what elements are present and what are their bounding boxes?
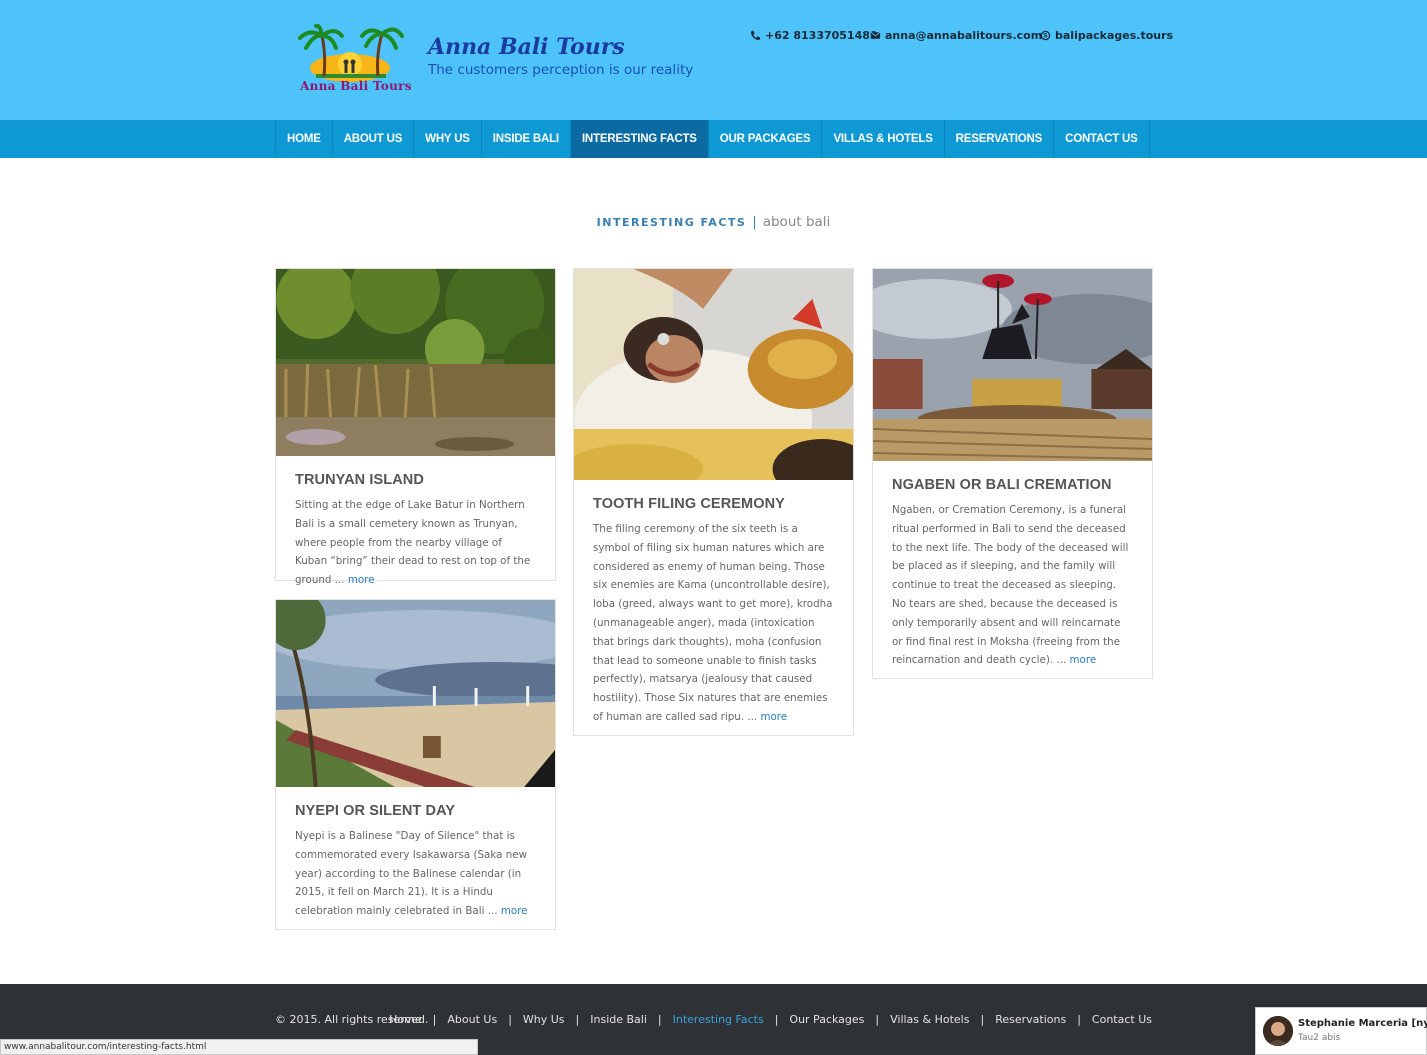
nav-item-contact-us[interactable]: CONTACT US [1054,120,1150,158]
footer-link-why-us[interactable]: Why Us [523,1013,565,1026]
skype-icon: S [1040,30,1051,41]
more-link[interactable]: more [1070,654,1097,666]
card-title[interactable]: TRUNYAN ISLAND [295,472,536,488]
card-nyepi-silent-day: NYEPI OR SILENT DAY Nyepi is a Balinese … [275,599,556,930]
brand-name[interactable]: Anna Bali Tours [428,34,625,60]
footer-link-inside-bali[interactable]: Inside Bali [590,1013,647,1026]
phone-icon [750,30,761,41]
browser-status-bar: www.annabalitour.com/interesting-facts.h… [0,1039,478,1055]
card-title[interactable]: TOOTH FILING CEREMONY [593,496,834,512]
card-image-nyepi[interactable] [276,600,555,787]
footer-link-about-us[interactable]: About Us [447,1013,497,1026]
chat-subtitle: Tau2 abis [1298,1033,1341,1043]
contact-phone[interactable]: +62 81337051489 [750,29,878,42]
nav-item-our-packages[interactable]: OUR PACKAGES [709,120,823,158]
tagline: The customers perception is our reality [428,62,694,78]
phone-number: +62 81337051489 [765,29,878,42]
footer-links: Home | About Us | Why Us | Inside Bali | Int… [389,1013,1152,1026]
chat-contact-name: Stephanie Marceria [nya... [1298,1018,1427,1029]
contact-email[interactable]: anna@annabalitours.com [870,29,1042,42]
card-image-trunyan[interactable] [276,269,555,456]
card-image-tooth-filing[interactable] [574,269,853,480]
nav-item-villas-hotels[interactable]: VILLAS & HOTELS [822,120,945,158]
nav-item-about-us[interactable]: ABOUT US [333,120,415,158]
card-ngaben-cremation: NGABEN OR BALI CREMATION Ngaben, or Crem… [872,268,1153,679]
card-title[interactable]: NGABEN OR BALI CREMATION [892,477,1133,493]
contact-website[interactable]: S balipackages.tours [1040,29,1173,42]
logo-text: Anna Bali Tours [300,79,412,93]
footer-link-reservations[interactable]: Reservations [995,1013,1066,1026]
nav-item-reservations[interactable]: RESERVATIONS [945,120,1055,158]
avatar [1263,1016,1293,1046]
nav-item-why-us[interactable]: WHY US [414,120,482,158]
site-header: Anna Bali Tours Anna Bali Tours The cust… [0,0,1427,120]
footer-link-home[interactable]: Home [389,1013,421,1026]
heading-separator: | [752,215,757,230]
card-trunyan-island: TRUNYAN ISLAND Sitting at the edge of La… [275,268,556,586]
nav-item-interesting-facts[interactable]: INTERESTING FACTS [570,120,709,158]
card-title[interactable]: NYEPI OR SILENT DAY [295,803,536,819]
card-image-ngaben[interactable] [873,269,1152,461]
footer-link-our-packages[interactable]: Our Packages [789,1013,864,1026]
footer-link-villas-hotels[interactable]: Villas & Hotels [890,1013,969,1026]
more-link[interactable]: more [760,711,787,723]
section-heading: INTERESTING FACTS | about bali [0,211,1427,230]
nav-item-inside-bali[interactable]: INSIDE BALI [482,120,571,158]
more-link[interactable]: more [501,905,528,917]
nav-item-home[interactable]: HOME [276,120,333,158]
chat-widget[interactable]: Stephanie Marceria [nya... Tau2 abis [1255,1007,1427,1055]
card-text: The filing ceremony of the six teeth is … [593,523,833,723]
footer-link-contact-us[interactable]: Contact Us [1092,1013,1152,1026]
card-tooth-filing-ceremony: TOOTH FILING CEREMONY The filing ceremon… [573,268,854,736]
main-nav: HOME ABOUT US WHY US INSIDE BALI INTERES… [0,120,1427,158]
website-link: balipackages.tours [1055,29,1174,42]
card-text: Ngaben, or Cremation Ceremony, is a fune… [892,504,1129,667]
more-link[interactable]: more [348,574,375,586]
email-address: anna@annabalitours.com [885,29,1043,42]
card-text: Nyepi is a Balinese "Day of Silence" tha… [295,830,528,918]
heading-light: about bali [762,214,831,230]
envelope-icon [870,31,881,39]
card-text: Sitting at the edge of Lake Batur in Nor… [295,499,531,587]
footer-link-interesting-facts[interactable]: Interesting Facts [673,1013,764,1026]
heading-strong: INTERESTING FACTS [596,216,747,229]
svg-text:S: S [1043,33,1047,40]
